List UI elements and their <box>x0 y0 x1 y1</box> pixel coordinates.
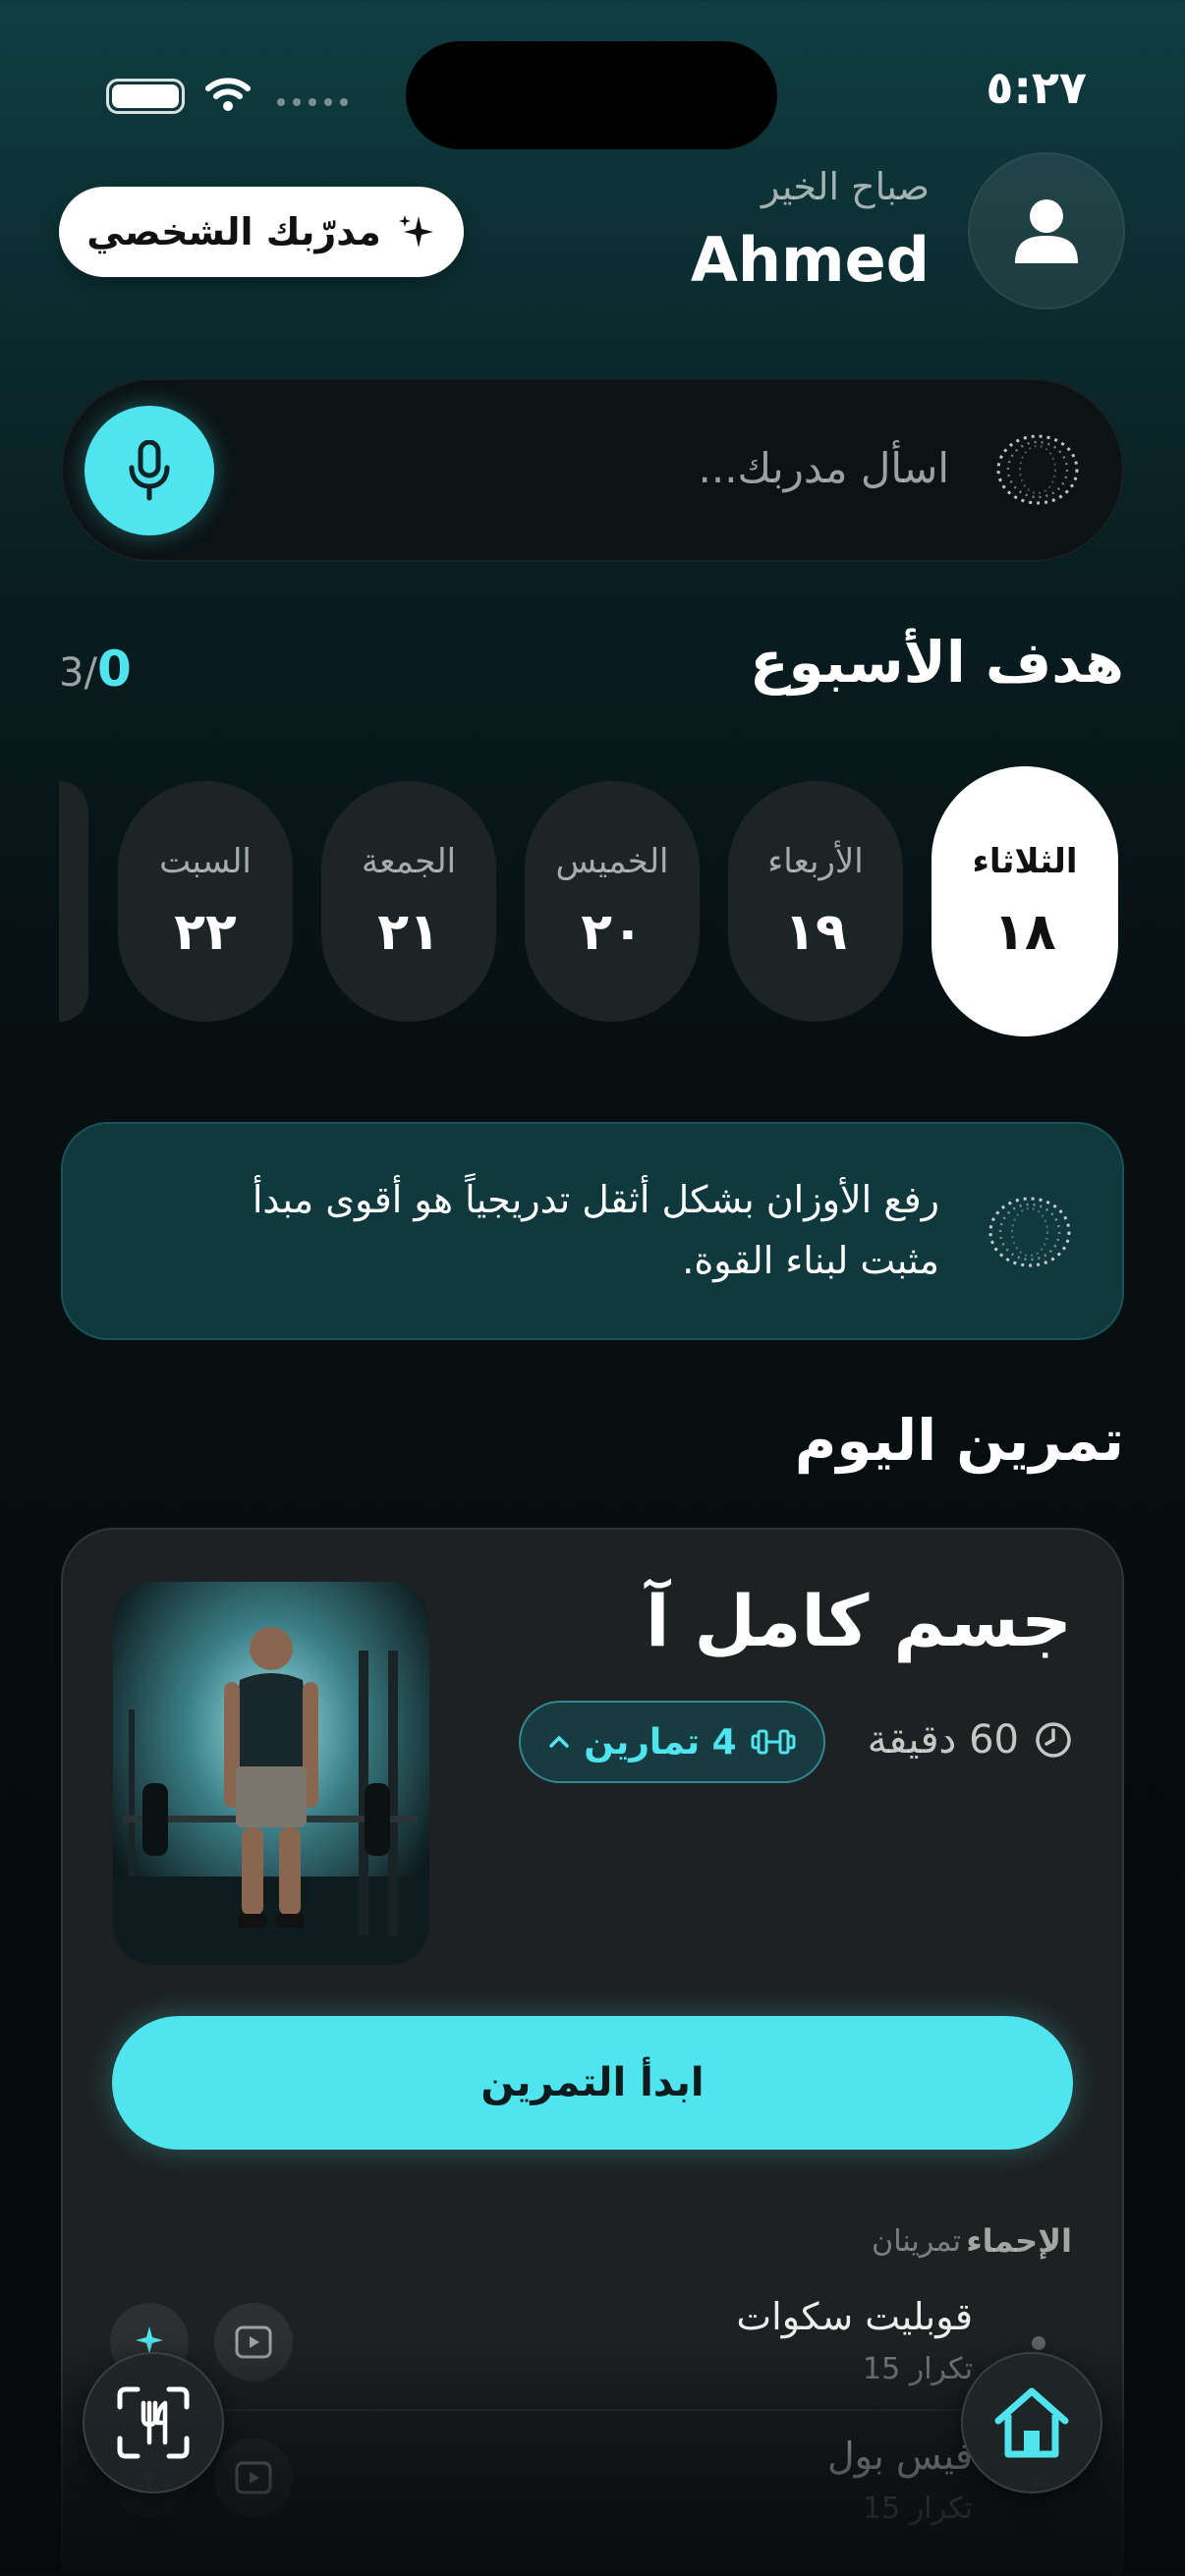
day-name: الخميس <box>555 841 669 881</box>
microphone-icon <box>129 440 170 501</box>
day-pill-21[interactable]: الجمعة ٢١ <box>321 781 496 1022</box>
exercise-name: قوبليت سكوات <box>736 2295 973 2338</box>
weekly-goal-title: هدف الأسبوع <box>749 629 1124 696</box>
weekly-goal-progress: 3/0 <box>59 641 132 698</box>
voice-input-button[interactable] <box>85 406 214 535</box>
warmup-label: الإحماء <box>966 2222 1072 2260</box>
ask-placeholder: اسأل مدربك... <box>698 444 950 492</box>
play-video-icon <box>235 2325 272 2359</box>
food-scan-button[interactable] <box>83 2352 224 2493</box>
day-number: ١٩ <box>784 902 847 962</box>
exercise-reps: 15 تكرار <box>862 2352 973 2386</box>
battery-icon <box>106 79 185 114</box>
signal-dots-icon <box>277 98 348 106</box>
day-number: ٢٢ <box>174 902 237 962</box>
workout-duration: 60 دقيقة <box>868 1717 1072 1763</box>
sparkle-icon <box>398 215 433 248</box>
dumbbell-icon <box>751 1729 796 1755</box>
today-workout-title: تمرين اليوم <box>794 1407 1124 1474</box>
greeting-text: صباح الخير <box>761 165 930 208</box>
workout-image <box>113 1582 429 1965</box>
coach-button-label: مدرّبك الشخصي <box>86 210 381 253</box>
day-pill-20[interactable]: الخميس ٢٠ <box>525 781 700 1022</box>
day-pill-22[interactable]: السبت ٢٢ <box>118 781 293 1022</box>
day-pill-18[interactable]: الثلاثاء ١٨ <box>931 766 1118 1036</box>
chevron-up-icon <box>549 1735 570 1748</box>
exercise-name: فيس بول <box>827 2435 973 2478</box>
exercise-reps: 15 تكرار <box>862 2492 973 2526</box>
user-name: Ahmed <box>690 224 930 296</box>
video-button[interactable] <box>214 2303 293 2381</box>
warmup-count: تمرينان <box>872 2224 961 2259</box>
day-number: ٢١ <box>377 902 440 962</box>
home-icon <box>994 2387 1069 2458</box>
exercises-toggle[interactable]: 4 تمارين <box>519 1701 825 1783</box>
video-button[interactable] <box>214 2438 293 2517</box>
goal-total: 3/ <box>59 650 97 696</box>
food-scan-icon <box>117 2386 190 2459</box>
exercise-bullet <box>1032 2336 1045 2350</box>
user-icon <box>1015 199 1078 263</box>
day-name: الثلاثاء <box>972 841 1078 881</box>
ai-orb-icon <box>996 434 1079 505</box>
day-number: ١٨ <box>993 902 1056 962</box>
tip-text: رفع الأوزان بشكل أثقل تدريجياً هو أقوى م… <box>252 1178 939 1282</box>
day-name: السبت <box>159 841 252 881</box>
day-name: الجمعة <box>361 841 457 881</box>
ask-coach-input[interactable] <box>61 378 1124 562</box>
workout-name: جسم كامل آ <box>645 1580 1072 1662</box>
profile-avatar-button[interactable] <box>968 152 1125 309</box>
play-video-icon <box>235 2461 272 2494</box>
day-number: ٢٠ <box>581 902 644 962</box>
row-divider <box>112 2409 1073 2411</box>
wifi-icon <box>205 78 251 111</box>
duration-text: 60 دقيقة <box>867 1717 1019 1763</box>
personal-coach-button[interactable]: مدرّبك الشخصي <box>59 187 464 277</box>
home-button[interactable] <box>961 2352 1102 2493</box>
exercises-count: 4 تمارين <box>584 1721 737 1763</box>
status-time: ٥:٢٧ <box>986 61 1087 114</box>
dynamic-island <box>406 41 777 149</box>
start-workout-button[interactable]: ابدأ التمرين <box>112 2016 1073 2150</box>
goal-done: 0 <box>96 641 132 698</box>
day-pill-19[interactable]: الأربعاء ١٩ <box>728 781 903 1022</box>
clock-icon <box>1036 1722 1071 1758</box>
ai-orb-icon <box>988 1197 1071 1267</box>
day-pill-partial[interactable] <box>59 781 88 1022</box>
day-name: الأربعاء <box>767 841 864 881</box>
